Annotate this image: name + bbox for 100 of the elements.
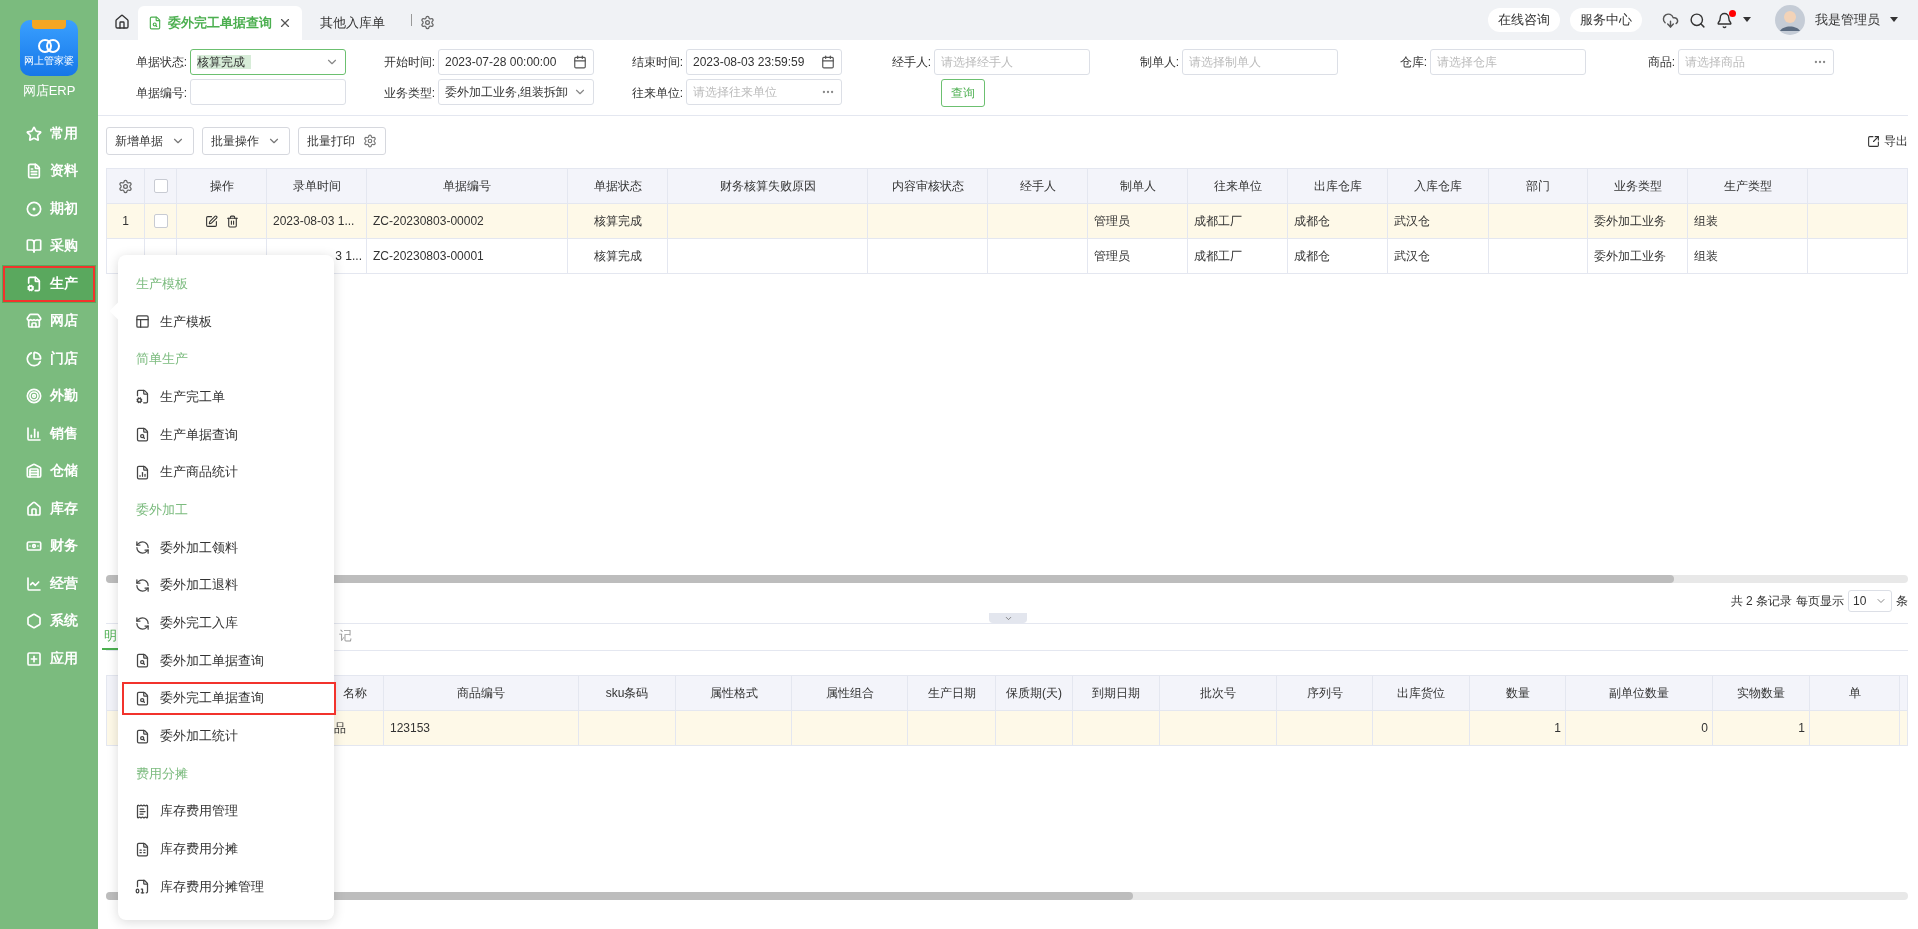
placeholder-text: 请选择商品 bbox=[1685, 53, 1746, 71]
filter-field[interactable]: 核算完成 bbox=[190, 49, 346, 75]
table-cell: 组装 bbox=[1694, 212, 1718, 230]
document-gear-icon bbox=[135, 389, 150, 405]
toolbar-button[interactable]: 批量打印 bbox=[298, 127, 386, 155]
menu-heading: 费用分摊 bbox=[135, 764, 189, 783]
home-icon[interactable] bbox=[114, 14, 130, 30]
settings-icon[interactable] bbox=[420, 15, 435, 30]
table-cell: 武汉仓 bbox=[1394, 247, 1430, 265]
filter-field[interactable]: 2023-07-28 00:00:00 bbox=[438, 49, 594, 75]
refresh-icon bbox=[135, 615, 150, 631]
date-value: 2023-08-03 23:59:59 bbox=[693, 55, 806, 69]
settings-icon bbox=[363, 134, 377, 148]
menu-item[interactable]: 委外完工入库 bbox=[120, 604, 338, 642]
table-cell: 1 bbox=[1798, 721, 1805, 735]
menu-item[interactable]: 生产单据查询 bbox=[120, 415, 338, 454]
page-tab[interactable]: 其他入库单 bbox=[310, 6, 395, 40]
table-cell: 2023-08-03 1... bbox=[273, 214, 355, 228]
filter-label: 往来单位: bbox=[630, 84, 684, 102]
select-value: 委外加工业务,组装拆卸 bbox=[445, 83, 569, 101]
table-cell: 成都仓 bbox=[1294, 212, 1330, 230]
menu-item[interactable]: 库存费用分摊 bbox=[120, 830, 338, 868]
refresh-icon bbox=[135, 540, 150, 556]
avatar-icon[interactable] bbox=[1775, 5, 1805, 35]
export-link[interactable]: 导出 bbox=[1867, 132, 1908, 150]
select-value: 核算完成 bbox=[197, 53, 321, 71]
menu-heading: 简单生产 bbox=[135, 350, 189, 369]
table-row[interactable]: 1 2023-08-03 1... ZC-20230803-00002 核算完成 管理员 成都工厂 成都仓 武汉仓 委外加工业务 组装 bbox=[107, 203, 1907, 238]
filter-field[interactable]: 2023-08-03 23:59:59 bbox=[686, 49, 842, 75]
filter-label: 仓库: bbox=[1398, 53, 1428, 71]
table-cell: 委外加工业务 bbox=[1594, 212, 1666, 230]
cloud-download-icon[interactable] bbox=[1662, 11, 1679, 29]
document-search-icon bbox=[135, 690, 150, 706]
filter-label: 开始时间: bbox=[382, 53, 436, 71]
book-icon bbox=[26, 238, 42, 255]
layout-icon bbox=[135, 314, 150, 330]
search-icon[interactable] bbox=[1689, 11, 1706, 29]
filter-label: 结束时间: bbox=[630, 53, 684, 71]
table-cell: 成都工厂 bbox=[1194, 212, 1242, 230]
table-cell: 管理员 bbox=[1094, 212, 1130, 230]
calendar-icon bbox=[821, 55, 835, 69]
menu-item[interactable]: 生产模板 bbox=[120, 302, 338, 341]
table-cell: 3 1... bbox=[335, 249, 362, 263]
menu-item[interactable]: 委外加工退料 bbox=[120, 566, 338, 605]
table-cell: 1 bbox=[1554, 721, 1561, 735]
house-icon bbox=[26, 500, 42, 517]
filter-label: 业务类型: bbox=[382, 84, 436, 102]
table-cell: 123153 bbox=[390, 721, 431, 735]
page-size-unit: 条 bbox=[1896, 592, 1908, 610]
placeholder-text: 请选择仓库 bbox=[1437, 53, 1498, 71]
warehouse-icon bbox=[26, 463, 42, 480]
close-icon[interactable] bbox=[278, 16, 292, 30]
caret-icon bbox=[1743, 17, 1751, 23]
menu-item[interactable]: 委外加工领料 bbox=[120, 528, 338, 567]
trash-icon[interactable] bbox=[225, 214, 239, 228]
logo-ribbon bbox=[32, 20, 66, 29]
table-cell: 0 bbox=[1701, 721, 1708, 735]
checkbox[interactable] bbox=[153, 179, 168, 193]
table-cell: 成都仓 bbox=[1294, 247, 1330, 265]
menu-heading: 生产模板 bbox=[135, 274, 189, 293]
table-cell: 品 bbox=[334, 719, 346, 737]
star-icon bbox=[26, 125, 42, 142]
plus-icon bbox=[26, 650, 42, 667]
menu-item[interactable]: 库存费用管理 bbox=[120, 792, 338, 831]
toolbar-button[interactable]: 批量操作 bbox=[202, 127, 290, 155]
document-icon bbox=[26, 163, 42, 180]
edit-icon[interactable] bbox=[204, 214, 218, 228]
row-number: 1 bbox=[122, 214, 129, 228]
settings-icon[interactable] bbox=[118, 178, 133, 194]
document-icon bbox=[135, 879, 150, 895]
table-cell: 委外加工业务 bbox=[1594, 247, 1666, 265]
menu-item[interactable]: 生产商品统计 bbox=[120, 453, 338, 492]
document-search-icon bbox=[148, 16, 162, 30]
calendar-icon bbox=[573, 55, 587, 69]
filter-field[interactable]: 委外加工业务,组装拆卸 bbox=[438, 79, 594, 105]
toolbar-button[interactable]: 新增单据 bbox=[106, 127, 194, 155]
menu-heading: 委外加工 bbox=[135, 500, 189, 519]
splitter-handle[interactable] bbox=[989, 613, 1027, 623]
table-row[interactable]: 3 1... ZC-20230803-00001 核算完成 管理员 成都工厂 成都仓 武汉仓 委外加工业务 组装 bbox=[107, 238, 1907, 273]
table-cell: ZC-20230803-00001 bbox=[373, 249, 484, 263]
menu-item[interactable]: 库存费用分摊管理 bbox=[120, 868, 338, 906]
filter-label: 经手人: bbox=[890, 53, 932, 71]
menu-item[interactable]: 生产完工单 bbox=[120, 378, 338, 416]
table-cell: 核算完成 bbox=[593, 212, 642, 230]
export-icon bbox=[1867, 134, 1880, 148]
filter-field[interactable] bbox=[190, 79, 346, 105]
document-search-icon bbox=[135, 427, 150, 443]
logo-caption: 网上管家婆 bbox=[24, 54, 74, 68]
header-button[interactable]: 服务中心 bbox=[1570, 8, 1642, 32]
header-button[interactable]: 在线咨询 bbox=[1488, 8, 1560, 32]
store-icon bbox=[26, 313, 42, 330]
bell-icon[interactable] bbox=[1716, 11, 1733, 29]
user-name[interactable]: 我是管理员 bbox=[1815, 11, 1880, 29]
filter-label: 商品: bbox=[1646, 53, 1676, 71]
page-size-label: 每页显示 bbox=[1796, 592, 1844, 610]
caret-icon bbox=[1890, 17, 1898, 23]
pie-chart-icon bbox=[26, 350, 42, 367]
page-size-select[interactable]: 10 bbox=[1848, 590, 1892, 612]
filter-label: 单据编号: bbox=[134, 84, 188, 102]
checkbox[interactable] bbox=[153, 214, 168, 228]
